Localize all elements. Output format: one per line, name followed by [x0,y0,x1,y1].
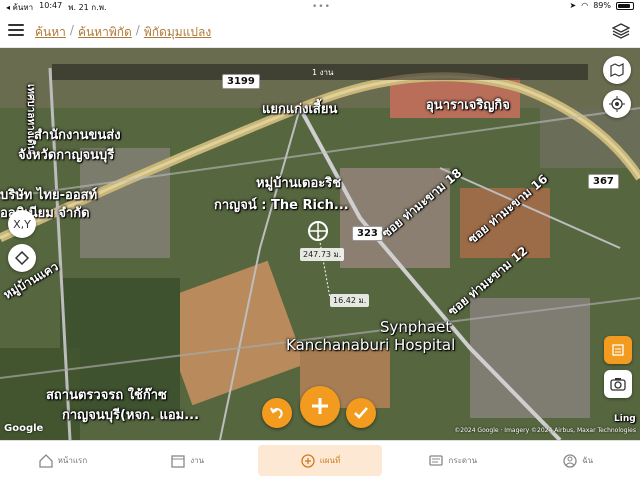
map-label-office-1[interactable]: สำนักงานขนส่ง [34,124,121,145]
map-label-shop[interactable]: อุนาราเจริญกิจ [426,94,510,115]
breadcrumb-corner-coordinates[interactable]: พิกัดมุมแปลง [144,23,211,42]
undo-icon [270,407,283,419]
user-icon [563,453,577,468]
xy-coordinate-button[interactable]: X,Y [8,210,36,238]
add-point-button[interactable] [300,386,340,426]
my-location-icon[interactable] [603,90,631,118]
road-shield-367: 367 [588,174,619,189]
status-bar: ◂ ค้นหา 10:47 พ. 21 ก.พ. ••• ➤ ◠ 89% [0,0,640,14]
distance-measure-1: 247.73 ม. [300,248,345,261]
distance-measure-2: 16.42 ม. [330,294,370,307]
nav-home[interactable]: หน้าแรก [0,441,125,480]
nav-tasks-label: งาน [190,456,205,465]
nav-map-label: แผนที่ [319,456,341,465]
breadcrumb-search[interactable]: ค้นหา [35,23,66,42]
breadcrumb-separator: / [69,23,74,37]
plus-icon [312,398,328,414]
check-icon [354,407,368,419]
nav-board[interactable]: กระดาน [390,441,515,480]
map-label-village-1[interactable]: หมู่บ้านเดอะริช [256,172,341,193]
nav-home-label: หน้าแรก [57,456,88,465]
multitask-dots-icon[interactable]: ••• [312,2,331,12]
navigate-diamond-icon[interactable] [8,244,36,272]
satellite-map[interactable]: 1 งาน เทศบาลทางเดิน 3199 แยกแก่งเสี้ยน อ… [0,48,640,440]
scale-bar: 1 งาน [52,64,588,80]
nav-profile-label: ฉัน [582,456,594,465]
location-icon: ➤ [569,1,577,10]
app-header: ค้นหา / ค้นหาพิกัด / พิกัดมุมแปลง [0,14,640,48]
battery-percent: 89% [593,1,611,10]
map-label-village-2[interactable]: กาญจน์ : The Rich... [214,194,349,215]
map-label-office-2[interactable]: จังหวัดกาญจนบุรี [18,144,114,165]
google-logo: Google [4,423,44,434]
nav-profile[interactable]: ฉัน [515,441,640,480]
crosshair-pin-icon[interactable] [306,219,330,243]
map-label-hospital-1[interactable]: Synphaet [380,318,451,336]
layers-icon[interactable] [612,23,630,39]
map-label-station-1[interactable]: สถานตรวจรถ ใช้ก๊าซ [46,384,167,405]
home-icon [38,453,53,468]
battery-icon [616,1,634,10]
scale-label: 1 งาน [312,68,334,77]
back-app-label[interactable]: ◂ ค้นหา [6,1,33,14]
chat-icon [429,454,444,466]
breadcrumb: ค้นหา / ค้นหาพิกัด / พิกัดมุมแปลง [35,23,211,42]
status-date: พ. 21 ก.พ. [68,2,107,12]
menu-icon[interactable] [8,24,24,37]
undo-button[interactable] [262,398,292,428]
breadcrumb-separator: / [135,23,140,37]
breadcrumb-search-coordinates[interactable]: ค้นหาพิกัด [78,23,132,42]
nav-tasks[interactable]: งาน [125,441,250,480]
road-shield-3199: 3199 [222,74,260,89]
bottom-nav: หน้าแรก งาน แผนที่ กระดาน ฉัน [0,440,640,480]
map-label-ling: Ling [614,414,636,424]
confirm-button[interactable] [346,398,376,428]
wifi-icon: ◠ [581,1,589,10]
map-type-icon[interactable] [603,56,631,84]
map-label-hospital-2[interactable]: Kanchanaburi Hospital [286,336,455,354]
nav-board-label: กระดาน [448,456,478,465]
plus-circle-icon [301,453,315,468]
map-label-station-2[interactable]: กาญจนบุรี(หจก. แอม... [62,404,199,425]
document-panel-icon[interactable] [604,336,632,364]
nav-map[interactable]: แผนที่ [257,445,383,476]
calendar-icon [171,454,185,468]
status-time: 10:47 [39,0,63,10]
map-attribution[interactable]: ©2024 Google · Imagery ©2024 Airbus, Max… [454,427,636,434]
camera-icon[interactable] [604,370,632,398]
map-label-intersection[interactable]: แยกแก่งเสี้ยน [262,98,337,119]
